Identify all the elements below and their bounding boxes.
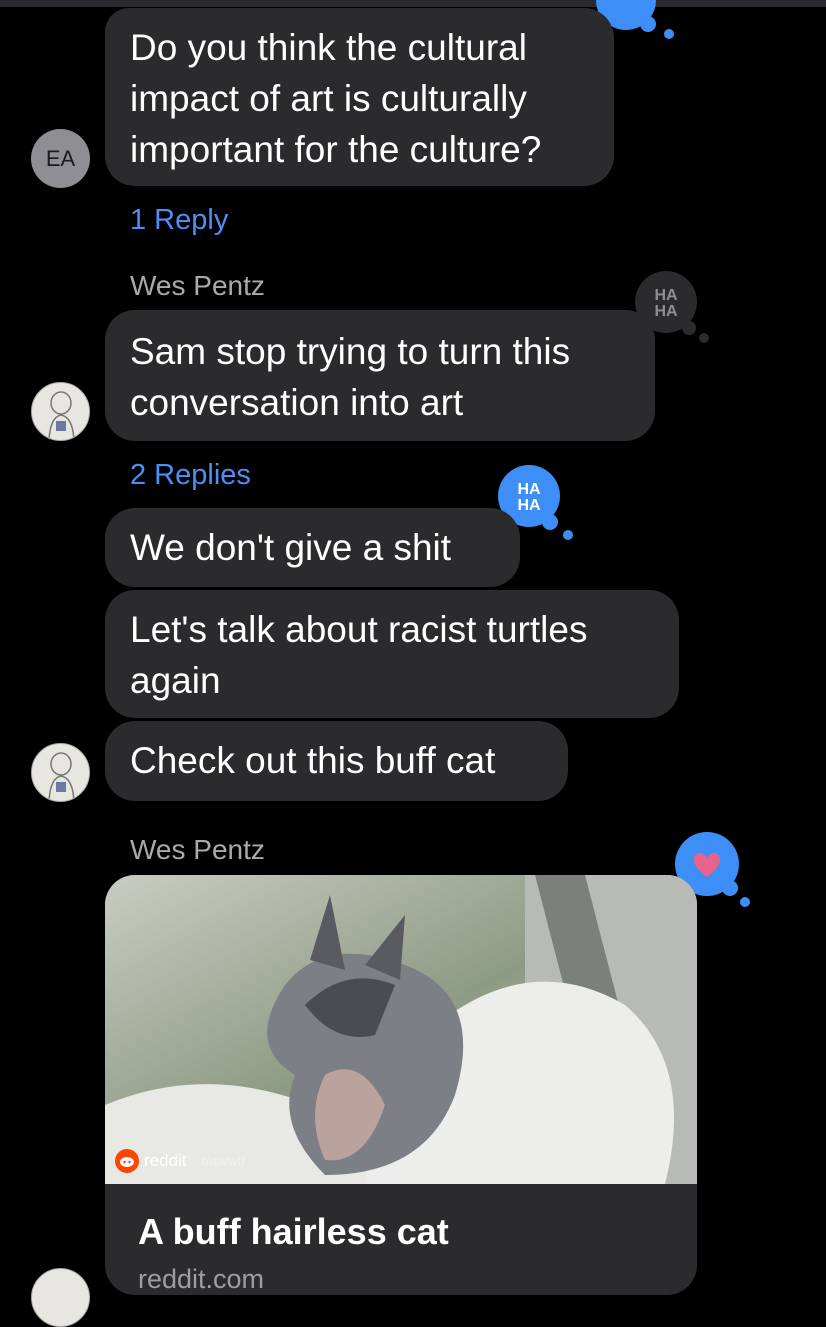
link-title[interactable]: A buff hairless cat (138, 1211, 449, 1253)
message-line: Let's talk about racist turtles (130, 609, 588, 650)
message-line: impact of art is culturally (130, 78, 527, 119)
svg-text:HA: HA (517, 481, 541, 498)
link-source: reddit · r/awwtf (115, 1149, 246, 1173)
message-bubble-art[interactable]: Sam stop trying to turn this conversatio… (105, 310, 655, 441)
message-line: again (130, 660, 221, 701)
message-line: conversation into art (130, 382, 464, 423)
svg-text:HA: HA (517, 497, 541, 514)
reddit-logo-icon (115, 1149, 139, 1173)
sender-name: Wes Pentz (130, 834, 265, 865)
message-bubble-turtles[interactable]: Let's talk about racist turtles again (105, 590, 679, 718)
reply-count-link[interactable]: 1 Reply (130, 203, 228, 237)
source-subreddit: r/awwtf (201, 1153, 246, 1169)
message-bubble-buff-cat[interactable]: Check out this buff cat (105, 721, 568, 801)
link-domain: reddit.com (138, 1264, 265, 1294)
message-line: Check out this buff cat (130, 740, 496, 781)
message-line: important for the culture? (130, 129, 542, 170)
link-preview-image[interactable] (105, 875, 697, 1184)
source-name: reddit (144, 1151, 187, 1170)
svg-text:HA: HA (654, 303, 678, 320)
avatar-wes-pentz[interactable] (31, 743, 90, 802)
message-bubble-shit[interactable]: We don't give a shit (105, 508, 520, 587)
top-bar (0, 0, 826, 7)
link-preview-card[interactable]: reddit · r/awwtf A buff hairless cat red… (105, 875, 697, 1295)
svg-text:HA: HA (654, 287, 678, 304)
message-line: Sam stop trying to turn this (130, 331, 571, 372)
avatar-ea[interactable]: EA (31, 129, 90, 188)
message-line: We don't give a shit (130, 527, 452, 568)
message-line: Do you think the cultural (130, 27, 527, 68)
source-separator: · (191, 1153, 197, 1169)
reply-count-link[interactable]: 2 Replies (130, 458, 251, 492)
avatar-wes-pentz[interactable] (31, 382, 90, 441)
message-bubble-culture[interactable]: Do you think the cultural impact of art … (105, 8, 614, 186)
avatar-wes-pentz[interactable] (31, 1268, 90, 1327)
sender-name: Wes Pentz (130, 270, 265, 301)
